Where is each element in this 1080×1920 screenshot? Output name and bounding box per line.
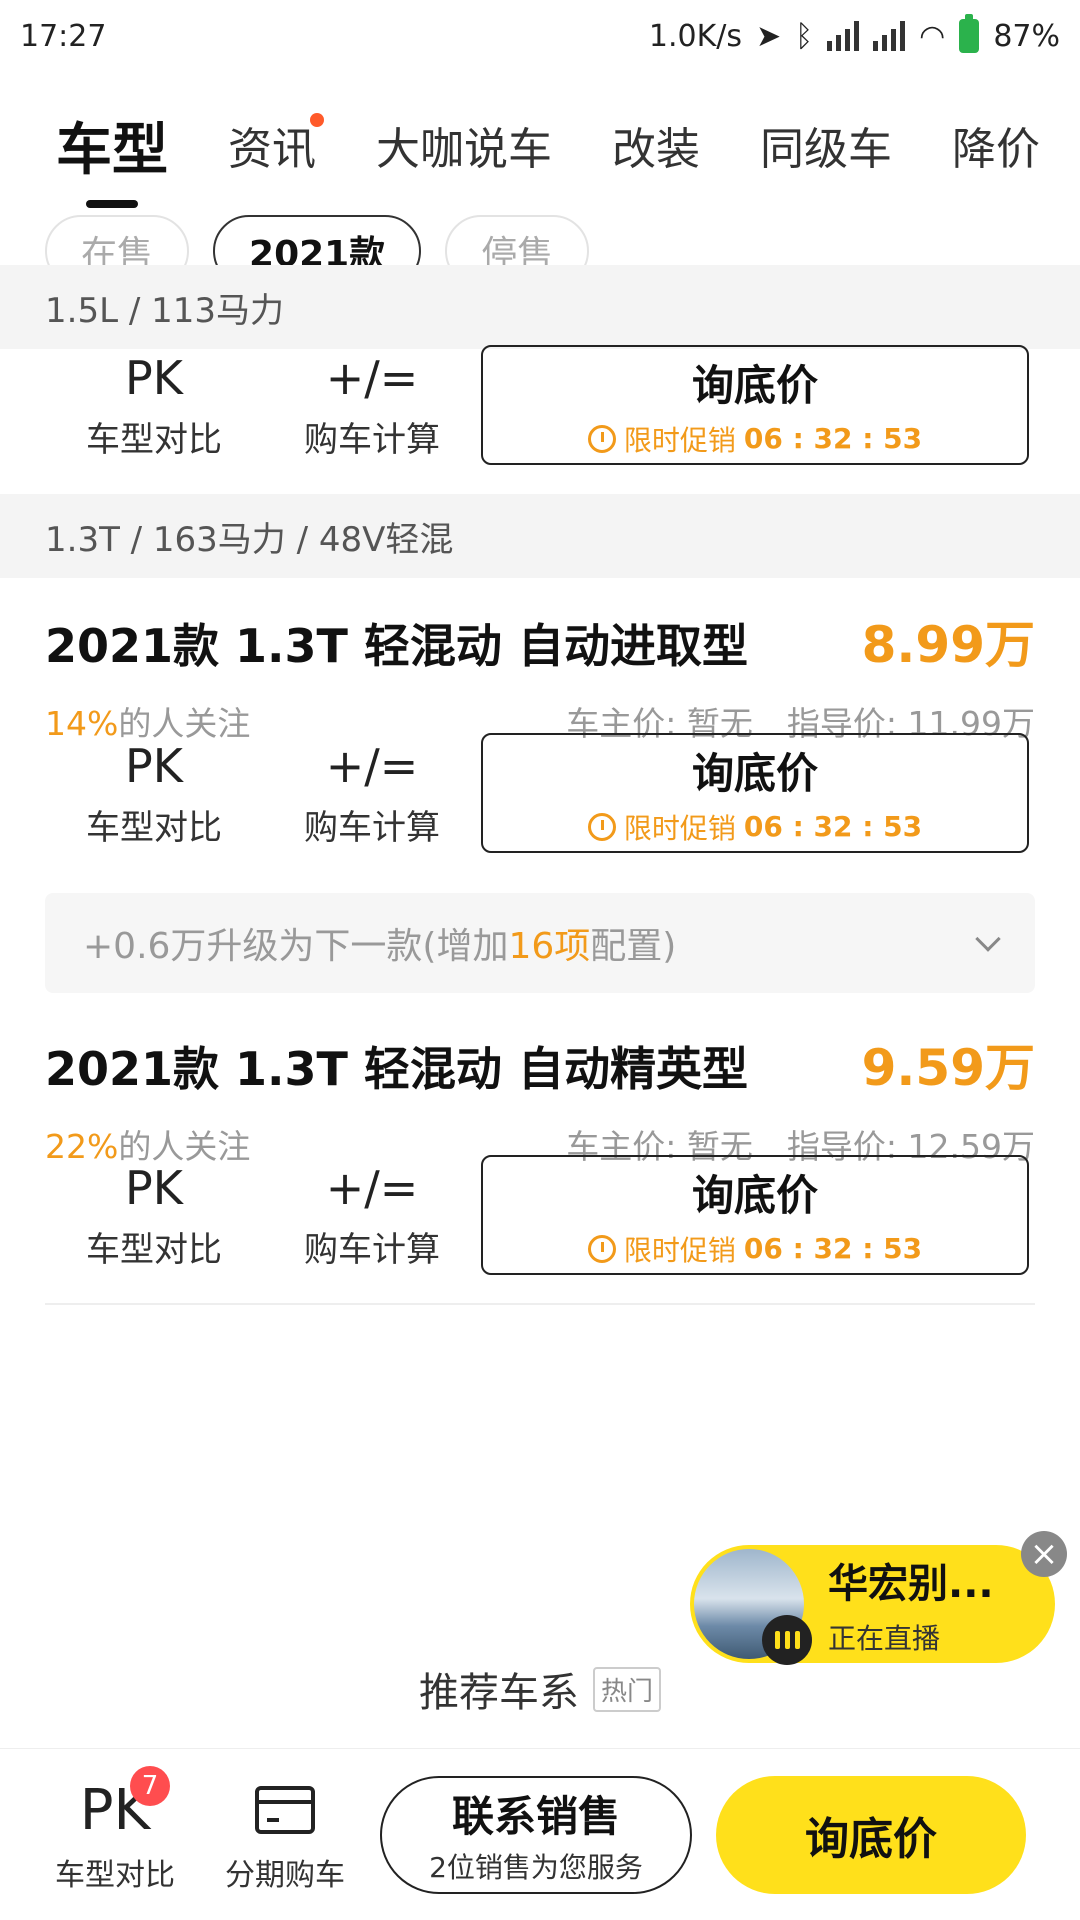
tab-news[interactable]: 资讯 xyxy=(228,113,324,177)
tab-car-models[interactable]: 车型 xyxy=(56,105,168,208)
car-item[interactable]: 2021款 1.3T 轻混动 自动精英型 9.59万 22%的人关注 车主价: … xyxy=(45,1028,1035,1168)
calculator-button[interactable]: +/= 购车计算 xyxy=(263,350,481,461)
credit-card-icon xyxy=(255,1785,315,1834)
tab-same-class[interactable]: 同级车 xyxy=(760,113,892,177)
calculator-icon: +/= xyxy=(325,1160,419,1215)
calculator-icon: +/= xyxy=(325,738,419,793)
action-row: PK 车型对比 +/= 购车计算 询底价 限时促销 06 : 32 : 53 xyxy=(45,1155,1035,1275)
status-time: 17:27 xyxy=(20,18,107,54)
close-icon[interactable]: × xyxy=(1021,1531,1067,1577)
status-bar: 17:27 1.0K/s ➤ ᛒ ◠ 87% xyxy=(0,0,1080,72)
bottom-action-bar: PK 7 车型对比 分期购车 联系销售 2位销售为您服务 询底价 xyxy=(0,1748,1080,1920)
top-tabs: 车型 资讯 大咖说车 改装 同级车 降价 xyxy=(0,90,1080,208)
calculator-icon: +/= xyxy=(325,350,419,405)
tab-expert-review[interactable]: 大咖说车 xyxy=(376,113,552,177)
battery-level: 87% xyxy=(993,18,1060,54)
live-thumbnail xyxy=(694,1549,812,1665)
car-name: 2021款 1.3T 轻混动 自动精英型 xyxy=(45,1042,748,1096)
live-stream-widget[interactable]: 华宏别... 正在直播 × xyxy=(690,1531,1067,1665)
ask-price-button[interactable]: 询底价 限时促销 06 : 32 : 53 xyxy=(481,733,1029,853)
wifi-icon: ◠ xyxy=(919,18,946,54)
hot-tag: 热门 xyxy=(592,1666,661,1712)
installment-button[interactable]: 分期购车 xyxy=(200,1776,370,1894)
network-speed: 1.0K/s xyxy=(648,18,742,54)
new-dot xyxy=(310,113,324,127)
tab-modification[interactable]: 改装 xyxy=(612,113,700,177)
alarm-clock-icon xyxy=(587,424,616,453)
pk-icon: PK xyxy=(125,738,183,793)
live-dealer-name: 华宏别... xyxy=(828,1561,994,1607)
upgrade-hint[interactable]: +0.6万升级为下一款(增加16项配置) xyxy=(45,893,1035,993)
calculator-button[interactable]: +/= 购车计算 xyxy=(263,1160,481,1271)
bluetooth-icon: ᛒ xyxy=(795,18,814,54)
cell-signal-icon xyxy=(827,21,860,51)
countdown: 06 : 32 : 53 xyxy=(743,1232,923,1265)
compare-button[interactable]: PK 车型对比 xyxy=(45,1160,263,1271)
compare-count-badge: 7 xyxy=(130,1765,170,1806)
chevron-down-icon xyxy=(975,926,1001,952)
calculator-button[interactable]: +/= 购车计算 xyxy=(263,738,481,849)
compare-button[interactable]: PK 车型对比 xyxy=(45,738,263,849)
car-name: 2021款 1.3T 轻混动 自动进取型 xyxy=(45,619,748,673)
action-row: PK 车型对比 +/= 购车计算 询底价 限时促销 06 : 32 : 53 xyxy=(45,345,1035,465)
live-audio-icon xyxy=(762,1615,812,1665)
bottom-compare-button[interactable]: PK 7 车型对比 xyxy=(30,1765,200,1894)
cell-signal-hd-icon xyxy=(873,21,906,51)
engine-group-header: 1.3T / 163马力 / 48V轻混 xyxy=(0,494,1080,578)
ask-price-button[interactable]: 询底价 限时促销 06 : 32 : 53 xyxy=(481,345,1029,465)
contact-sales-button[interactable]: 联系销售 2位销售为您服务 xyxy=(380,1775,692,1894)
alarm-clock-icon xyxy=(587,1234,616,1263)
status-icons: 1.0K/s ➤ ᛒ ◠ 87% xyxy=(648,14,1060,54)
recommend-section-header: 推荐车系 热门 xyxy=(0,1660,1080,1718)
live-status: 正在直播 xyxy=(828,1622,941,1655)
tab-price-drop[interactable]: 降价 xyxy=(952,113,1040,177)
ask-price-button[interactable]: 询底价 限时促销 06 : 32 : 53 xyxy=(481,1155,1029,1275)
pk-icon: PK xyxy=(125,1160,183,1215)
engine-group-header: 1.5L / 113马力 xyxy=(0,265,1080,349)
countdown: 06 : 32 : 53 xyxy=(743,422,923,455)
action-row: PK 车型对比 +/= 购车计算 询底价 限时促销 06 : 32 : 53 xyxy=(45,733,1035,853)
car-price: 9.59万 xyxy=(861,1039,1035,1097)
compare-button[interactable]: PK 车型对比 xyxy=(45,350,263,461)
alarm-clock-icon xyxy=(587,812,616,841)
car-item[interactable]: 2021款 1.3T 轻混动 自动进取型 8.99万 14%的人关注 车主价: … xyxy=(45,605,1035,745)
divider xyxy=(45,1303,1035,1305)
car-price: 8.99万 xyxy=(861,616,1035,674)
ask-lowest-price-button[interactable]: 询底价 xyxy=(716,1775,1026,1894)
battery-icon xyxy=(959,14,980,53)
countdown: 06 : 32 : 53 xyxy=(743,810,923,843)
location-icon: ➤ xyxy=(755,18,782,54)
pk-icon: PK xyxy=(125,350,183,405)
